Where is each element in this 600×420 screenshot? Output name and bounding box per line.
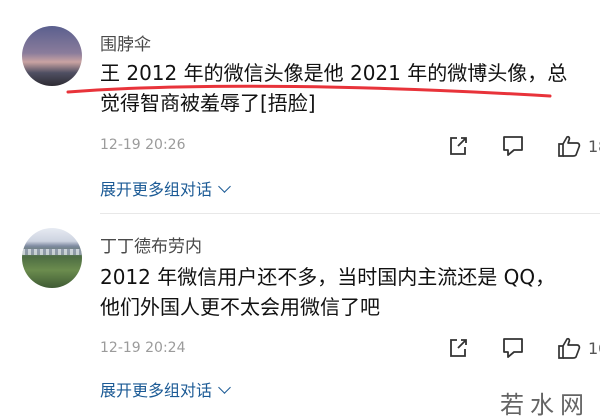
comment-actions: 18 [430,134,600,160]
comment-icon [503,338,523,358]
comment-button[interactable] [500,336,526,362]
comment-timestamp: 12-19 20:26 [100,137,186,153]
like-icon [558,135,581,157]
expand-label: 展开更多组对话 [100,180,213,199]
comment-timestamp: 12-19 20:24 [100,340,186,356]
share-icon [450,137,467,155]
red-underline-annotation [66,84,552,98]
like-button[interactable]: 10 [556,336,600,362]
comment-icon [503,136,523,156]
chevron-down-icon [218,381,231,394]
expand-conversation-link[interactable]: 展开更多组对话 [100,377,231,401]
expand-conversation-link[interactable]: 展开更多组对话 [100,176,231,200]
comment-text-line: 2012 年微信用户还不多，当时国内主流还是 QQ， [100,265,556,289]
watermark: 若水网 [500,391,590,419]
comment-username[interactable]: 丁丁德布劳内 [100,232,202,257]
like-icon [558,337,581,359]
comment-text: 2012 年微信用户还不多，当时国内主流还是 QQ， 他们外国人更不太会用微信了… [100,262,590,322]
share-icon [450,339,467,357]
comment-actions: 10 [430,336,600,362]
comment-button[interactable] [500,134,526,160]
like-count: 10 [588,339,600,358]
comment-text-line: 他们外国人更不太会用微信了吧 [100,295,380,319]
like-button[interactable]: 18 [556,134,600,160]
like-count: 18 [588,137,600,156]
share-button[interactable] [446,134,470,160]
share-button[interactable] [446,336,470,362]
expand-label: 展开更多组对话 [100,381,213,400]
comment-divider [100,213,600,214]
avatar[interactable] [22,228,82,288]
chevron-down-icon [218,180,231,193]
